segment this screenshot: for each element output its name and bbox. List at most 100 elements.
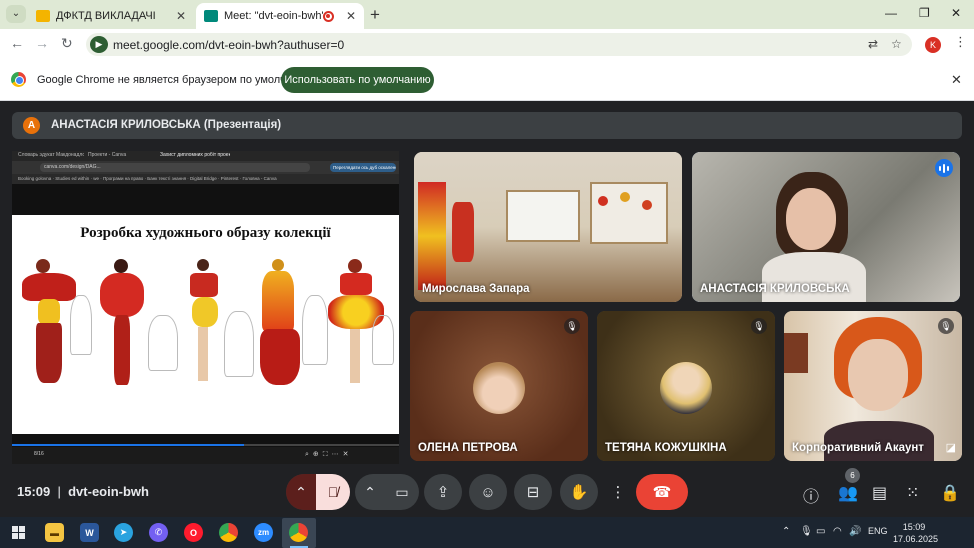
fashion-figure	[96, 259, 150, 391]
sketch-figure	[372, 315, 394, 365]
mic-off-icon: 🎙	[564, 318, 580, 334]
people-icon[interactable]: 👥	[838, 483, 858, 503]
slide-title: Розробка художнього образу колекції	[80, 225, 331, 241]
fashion-figure	[184, 259, 224, 391]
camera-icon[interactable]: ▭	[385, 474, 419, 510]
participant-tile-speaking[interactable]: АНАСТАСІЯ КРИЛОВСЬКА	[692, 152, 960, 302]
sketch-figure	[224, 311, 254, 377]
presentation-slide: Розробка художнього образу колекції	[12, 215, 399, 434]
shared-screen[interactable]: Словарь эдукат Макдонадлоу... Проекти - …	[12, 151, 399, 464]
more-options-icon[interactable]: ⋮	[605, 474, 631, 510]
costume-display	[418, 182, 446, 290]
activities-icon[interactable]: ⁙	[906, 483, 919, 503]
chrome-profile-icon[interactable]	[289, 523, 308, 542]
participant-tile[interactable]: 🎙 ТЕТЯНА КОЖУШКІНА	[597, 311, 775, 461]
clock-date: 17.06.2025	[893, 534, 939, 544]
chrome-logo-icon	[11, 72, 26, 87]
participant-tile[interactable]: Мирослава Запара	[414, 152, 682, 302]
tray-chevron-up-icon[interactable]: ⌃	[782, 526, 790, 537]
forward-icon[interactable]: →	[35, 35, 49, 51]
captions-icon[interactable]: ⊟	[514, 474, 552, 510]
easel-board	[506, 190, 580, 242]
participant-count-badge: 6	[845, 468, 860, 483]
participant-tile[interactable]: 🎙 ОЛЕНА ПЕТРОВА	[410, 311, 588, 461]
camera-control-group: ⌃ ▭	[355, 474, 419, 510]
recording-icon	[322, 10, 334, 22]
restore-icon[interactable]: ❐	[919, 6, 930, 20]
shared-url: canva.com/design/DAG...	[40, 163, 310, 172]
address-bar[interactable]: ▶ meet.google.com/dvt-eoin-bwh?authuser=…	[86, 33, 912, 56]
sketch-figure	[302, 295, 328, 365]
tab-meet[interactable]: Meet: "dvt-eoin-bwh" ✕	[196, 3, 364, 29]
site-info-icon[interactable]: ▶	[90, 36, 108, 53]
browser-menu-icon[interactable]: ⋮	[954, 34, 967, 50]
reload-icon[interactable]: ↻	[61, 35, 73, 52]
participant-avatar	[660, 362, 712, 414]
participant-name: ТЕТЯНА КОЖУШКІНА	[605, 442, 727, 454]
tab-search-icon[interactable]: ⌄	[6, 5, 26, 23]
start-icon[interactable]	[12, 526, 25, 539]
meeting-clock: 15:09 | dvt-eoin-bwh	[17, 484, 149, 499]
shared-browser-tabs: Словарь эдукат Макдонадлоу... Проекти - …	[12, 151, 399, 161]
sketch-figure	[70, 295, 92, 355]
chat-icon[interactable]: ▤	[872, 483, 887, 503]
tab-title: ДФКТД ВИКЛАДАЧІ	[56, 10, 156, 22]
set-default-button[interactable]: Использовать по умолчанию	[281, 67, 434, 93]
participant-name: АНАСТАСІЯ КРИЛОВСЬКА	[700, 283, 850, 295]
folder-favicon-icon	[36, 10, 50, 22]
face	[786, 188, 836, 250]
minimize-icon[interactable]: —	[885, 6, 897, 20]
shared-tab: Проекти - Canva	[88, 152, 127, 158]
meeting-code: dvt-eoin-bwh	[68, 484, 149, 499]
default-browser-infobar: Google Chrome не является браузером по у…	[0, 60, 974, 101]
mic-tray-icon[interactable]: 🎙	[800, 526, 813, 537]
close-infobar-icon[interactable]: ✕	[951, 72, 962, 88]
file-explorer-icon[interactable]: ▬	[45, 523, 64, 542]
host-controls-icon[interactable]: 🔒	[940, 483, 960, 503]
presenter-avatar: A	[23, 117, 40, 134]
shared-tab: Словарь эдукат Макдонадлоу...	[18, 152, 84, 158]
sketch-board	[590, 182, 668, 244]
end-call-icon[interactable]: ☎	[636, 474, 688, 510]
close-tab-icon[interactable]: ✕	[346, 9, 356, 23]
browser-toolbar: ← → ↻ ▶ meet.google.com/dvt-eoin-bwh?aut…	[0, 29, 974, 60]
bookmark-star-icon[interactable]: ☆	[891, 37, 902, 51]
wifi-icon[interactable]: ◠	[833, 526, 842, 537]
profile-avatar[interactable]: K	[925, 37, 941, 53]
translate-icon[interactable]: ⇄	[868, 37, 878, 51]
separator: |	[57, 484, 61, 499]
video-options-chevron-up-icon[interactable]: ⌃	[355, 474, 385, 510]
battery-icon[interactable]: ▭	[816, 526, 825, 537]
emoji-icon[interactable]: ☺	[469, 474, 507, 510]
close-window-icon[interactable]: ✕	[951, 6, 961, 20]
mic-off-icon: 🎙	[751, 318, 767, 334]
pin-icon[interactable]: ◪	[946, 441, 956, 454]
volume-icon[interactable]: 🔊	[849, 526, 861, 537]
meet-favicon-icon	[204, 10, 218, 22]
zoom-icon[interactable]: zm	[254, 523, 273, 542]
shared-bookmarks-bar: Booking golovna · Studies ed within · we…	[12, 174, 399, 184]
participant-tile[interactable]: 🎙 Корпоративний Акаунт ◪	[784, 311, 962, 461]
back-icon[interactable]: ←	[10, 35, 24, 51]
language-indicator[interactable]: ENG	[868, 526, 888, 536]
mic-off-icon[interactable]: 🎙̸	[316, 474, 350, 510]
new-tab-icon[interactable]: +	[370, 5, 380, 25]
audio-options-chevron-up-icon[interactable]: ⌃	[286, 474, 316, 510]
telegram-icon[interactable]: ➤	[114, 523, 133, 542]
slideshow-tools-icon: ⌕⊕⛶⋯✕	[305, 451, 353, 458]
face	[848, 339, 908, 411]
speaking-indicator-icon	[935, 159, 953, 177]
system-clock[interactable]: 15:09 17.06.2025	[893, 521, 939, 545]
present-icon[interactable]: ⇪	[424, 474, 462, 510]
opera-icon[interactable]: O	[184, 523, 203, 542]
participant-avatar	[473, 362, 525, 414]
chrome-icon[interactable]	[219, 523, 238, 542]
viber-icon[interactable]: ✆	[149, 523, 168, 542]
infobar-message: Google Chrome не является браузером по у…	[37, 74, 316, 86]
tab-dfktd[interactable]: ДФКТД ВИКЛАДАЧІ ✕	[28, 3, 194, 29]
windows-taskbar: ▬ W ➤ ✆ O zm ⌃ 🎙 ▭ ◠ 🔊 ENG 15:09 17.06.2…	[0, 517, 974, 548]
info-icon[interactable]: ⓘ	[803, 483, 819, 507]
raise-hand-icon[interactable]: ✋	[560, 474, 598, 510]
word-icon[interactable]: W	[80, 523, 99, 542]
close-tab-icon[interactable]: ✕	[176, 9, 186, 23]
